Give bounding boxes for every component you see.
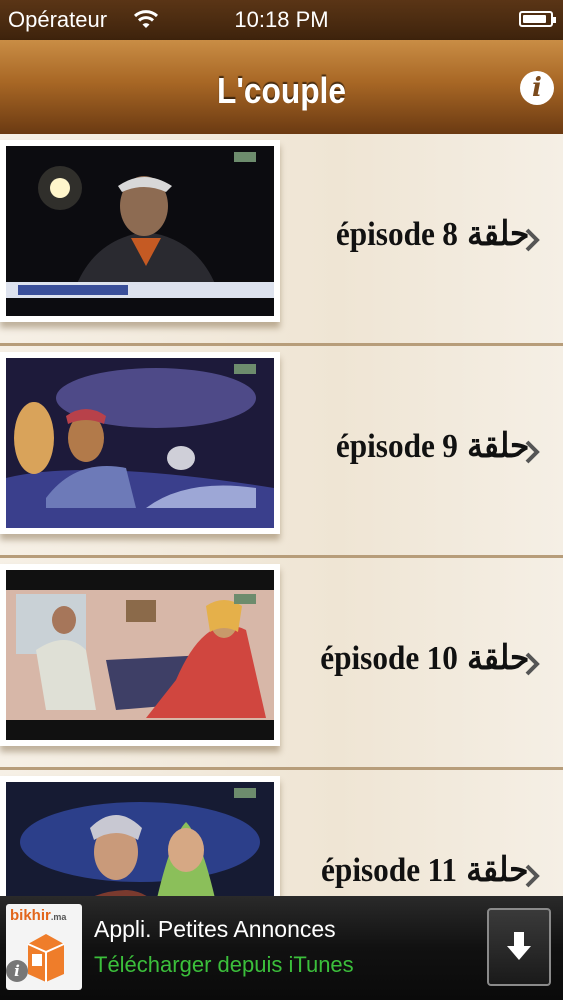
episode-row-11[interactable]: épisode 11 حلقة (0, 770, 563, 896)
download-arrow-icon (507, 932, 531, 960)
episode-arabic: حلقة (466, 640, 529, 677)
video-still (6, 358, 274, 528)
navigation-bar: L'couple i (0, 40, 563, 134)
ad-subtitle: Télécharger depuis iTunes (94, 952, 354, 977)
episode-word: épisode (335, 428, 435, 465)
info-icon[interactable]: i (520, 71, 554, 105)
status-bar: Opérateur 10:18 PM (0, 0, 563, 40)
episode-row-9[interactable]: épisode 9 حلقة (0, 346, 563, 558)
chevron-right-icon (525, 652, 540, 676)
episode-number: 9 (441, 428, 458, 465)
episode-arabic: حلقة (466, 216, 529, 253)
chevron-right-icon (525, 228, 540, 252)
ad-banner[interactable]: bikhir.ma i Appli. Petites Annonces Télé… (0, 896, 563, 1000)
chevron-right-icon (525, 864, 540, 888)
episode-arabic: حلقة (466, 852, 529, 889)
episode-row-10[interactable]: épisode 10 حلقة (0, 558, 563, 770)
episode-arabic: حلقة (466, 428, 529, 465)
page-title: L'couple (216, 70, 346, 111)
box-icon (27, 934, 65, 982)
episode-number: 10 (426, 640, 458, 677)
episode-list[interactable]: épisode 8 حلقة épisode 9 حلقة épisode 10… (0, 134, 563, 896)
episode-thumbnail (0, 352, 280, 534)
episode-word: épisode (321, 852, 421, 889)
episode-thumbnail (0, 564, 280, 746)
video-still (6, 146, 274, 316)
episode-thumbnail (0, 140, 280, 322)
video-still (6, 570, 274, 740)
episode-word: épisode (319, 640, 419, 677)
episode-row-8[interactable]: épisode 8 حلقة (0, 134, 563, 346)
episode-title: épisode 9 حلقة (335, 426, 529, 466)
ad-brand-name: bikhir.ma (10, 907, 67, 924)
episode-title: épisode 8 حلقة (335, 214, 529, 254)
episode-thumbnail (0, 776, 280, 896)
episode-title: épisode 10 حلقة (320, 638, 529, 678)
episode-word: épisode (335, 216, 435, 253)
chevron-right-icon (525, 440, 540, 464)
ad-title: Appli. Petites Annonces (94, 916, 336, 942)
clock: 10:18 PM (234, 7, 329, 32)
battery-icon (519, 11, 556, 27)
ad-info-icon[interactable]: i (6, 960, 28, 982)
episode-number: 8 (441, 216, 458, 253)
episode-number: 11 (427, 852, 458, 889)
episode-title: épisode 11 حلقة (322, 850, 529, 890)
download-button[interactable] (487, 908, 551, 986)
video-still (6, 782, 274, 896)
